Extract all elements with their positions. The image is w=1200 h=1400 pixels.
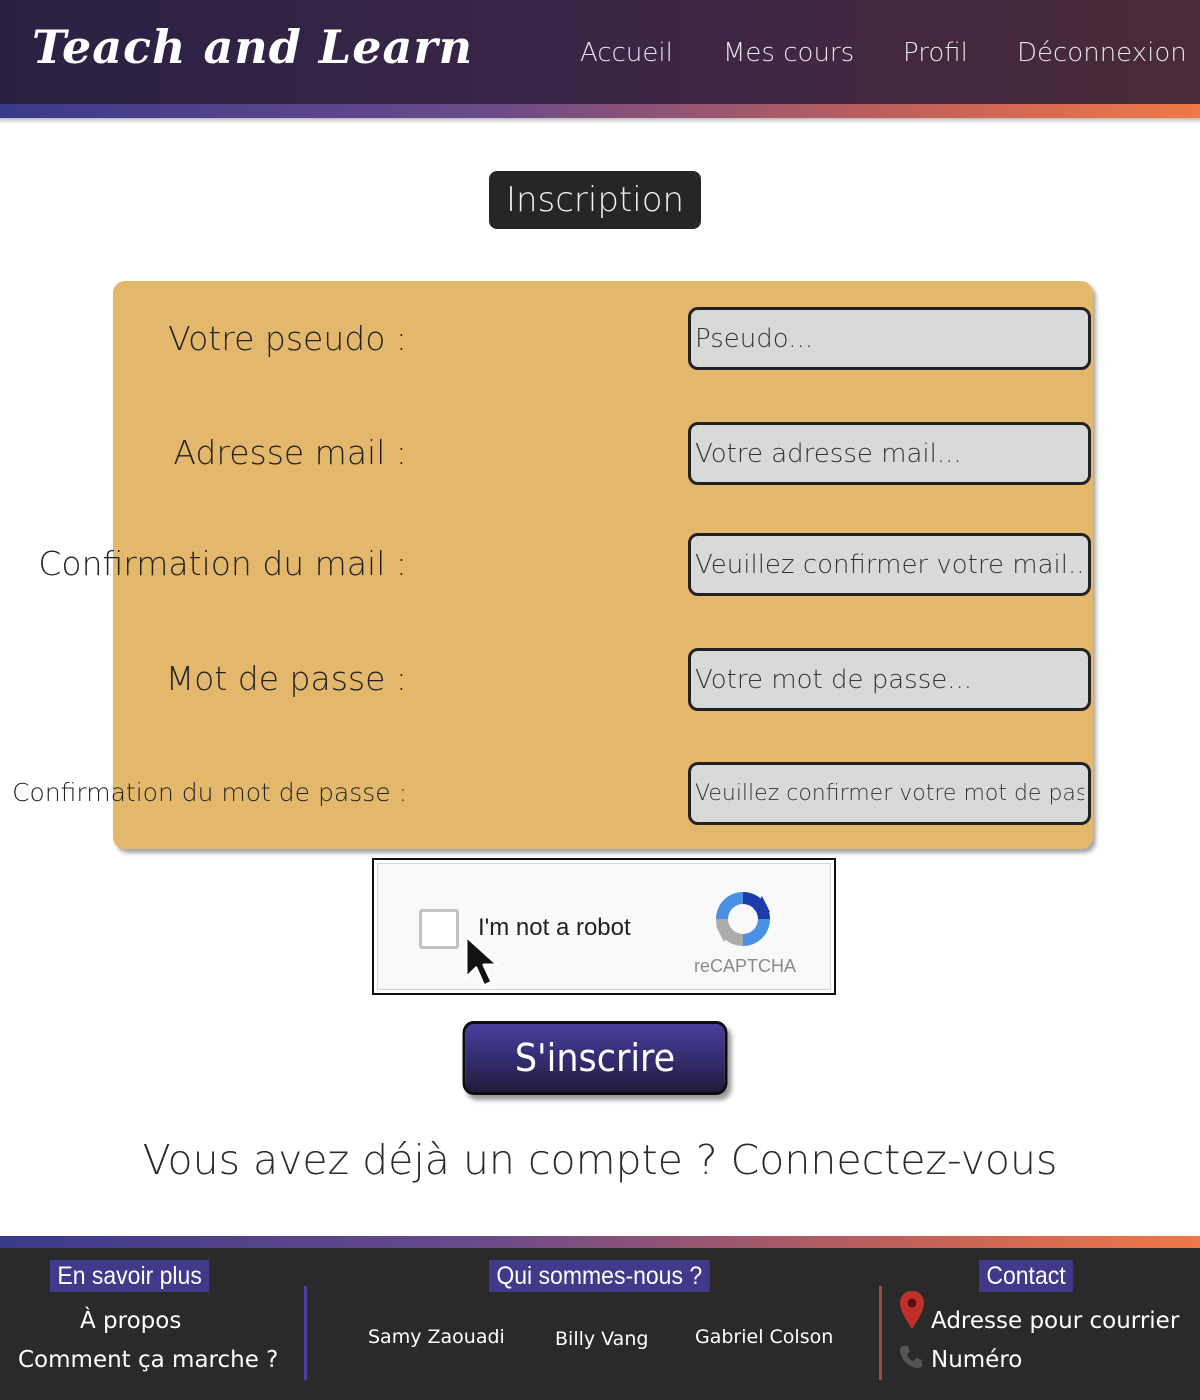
sinscrire-button[interactable]: S'inscrire (462, 1021, 728, 1095)
nav-accueil[interactable]: Accueil (580, 38, 673, 68)
recaptcha-widget: I'm not a robot reCAPTCHA (372, 858, 836, 995)
pseudo-label: Votre pseudo : (168, 319, 407, 358)
recaptcha-icon (716, 892, 770, 946)
footer-name-billy: Billy Vang (555, 1328, 649, 1350)
login-link[interactable]: Vous avez déjà un compte ? Connectez-vou… (0, 1136, 1200, 1184)
map-pin-icon (900, 1291, 924, 1329)
nav-mes-cours[interactable]: Mes cours (723, 38, 854, 68)
footer-name-gabriel: Gabriel Colson (695, 1326, 834, 1348)
password-confirm-label: Confirmation du mot de passe : (12, 778, 407, 807)
nav-deconnexion[interactable]: Déconnexion (1017, 38, 1187, 68)
footer-contact-address[interactable]: Adresse pour courrier (931, 1308, 1179, 1334)
email-input[interactable] (688, 422, 1091, 485)
footer-divider-left (304, 1286, 307, 1380)
footer-link-comment-ca-marche[interactable]: Comment ça marche ? (18, 1347, 278, 1373)
recaptcha-checkbox[interactable] (419, 909, 459, 949)
recaptcha-brand: reCAPTCHA (694, 956, 797, 976)
password-confirm-input[interactable] (688, 762, 1091, 825)
footer-heading-en-savoir-plus: En savoir plus (50, 1260, 210, 1292)
footer-link-a-propos[interactable]: À propos (80, 1308, 181, 1334)
email-confirm-input[interactable] (688, 533, 1091, 596)
footer-heading-qui-sommes-nous: Qui sommes-nous ? (489, 1260, 710, 1292)
nav-profil[interactable]: Profil (903, 38, 968, 68)
pseudo-input[interactable] (688, 307, 1091, 370)
email-label: Adresse mail : (173, 433, 407, 472)
footer-contact-phone[interactable]: Numéro (931, 1347, 1022, 1373)
header-shadow (0, 118, 1200, 124)
password-input[interactable] (688, 648, 1091, 711)
header: Teach and Learn Accueil Mes cours Profil… (0, 0, 1200, 104)
phone-icon (900, 1346, 922, 1368)
footer-heading-contact: Contact (979, 1260, 1073, 1292)
cursor-icon (464, 934, 500, 988)
page-title: Inscription (489, 171, 701, 229)
footer: En savoir plus À propos Comment ça march… (0, 1248, 1200, 1400)
footer-gradient-stripe (0, 1236, 1200, 1248)
site-logo[interactable]: Teach and Learn (32, 20, 473, 74)
recaptcha-panel: I'm not a robot reCAPTCHA (377, 863, 831, 990)
registration-form: Votre pseudo : Adresse mail : Confirmati… (12, 281, 1093, 849)
header-gradient-stripe (0, 104, 1200, 118)
footer-divider-right (879, 1286, 882, 1380)
password-label: Mot de passe : (165, 659, 407, 698)
footer-name-samy: Samy Zaouadi (368, 1326, 505, 1348)
email-confirm-label: Confirmation du mail : (38, 544, 407, 583)
